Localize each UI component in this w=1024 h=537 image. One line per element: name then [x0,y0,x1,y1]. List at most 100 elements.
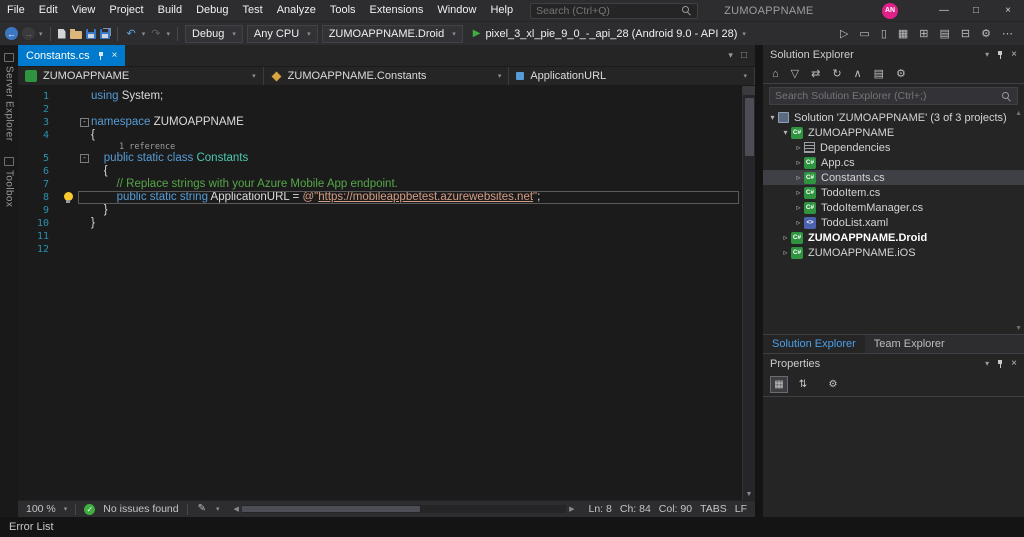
tab-team-explorer[interactable]: Team Explorer [865,335,954,353]
chevron-collapsed-icon[interactable]: ▹ [793,158,804,167]
menu-edit[interactable]: Edit [32,0,65,21]
status-line-ending[interactable]: LF [735,503,747,515]
code-line-5[interactable]: 5 - public static class Constants [18,152,755,165]
pin-tab-icon[interactable] [97,51,105,61]
vertical-scrollbar[interactable]: ▼ [742,86,755,500]
scroll-down-icon[interactable]: ▼ [746,491,753,500]
menu-window[interactable]: Window [430,0,483,21]
run-button[interactable]: ▶ pixel_3_xl_pie_9_0_-_api_28 (Android 9… [467,25,752,43]
tree-item-zumoappname-ios[interactable]: ▹ C# ZUMOAPPNAME.iOS [763,245,1024,260]
side-tab-toolbox[interactable]: Toolbox [4,157,15,208]
tree-item-constants-cs[interactable]: ▹ C# Constants.cs [763,170,1024,185]
code-line-9[interactable]: 9 } [18,204,755,217]
solution-search-input[interactable] [775,90,1001,102]
scrollbar-thumb[interactable] [744,98,754,156]
horizontal-scroll-track[interactable] [241,505,567,513]
home-icon[interactable]: ⌂ [770,65,781,83]
tab-constants-cs[interactable]: Constants.cs × [18,45,126,66]
collapse-all-icon[interactable]: ∧ [852,65,864,83]
alphabetical-icon[interactable]: ⇅ [794,376,812,393]
profiler-icon[interactable]: ▷ [838,25,850,43]
chevron-collapsed-icon[interactable]: ▹ [793,188,804,197]
chevron-down-icon[interactable]: ▾ [166,30,170,38]
horizontal-scrollbar[interactable]: ◀ ▶ [234,505,575,513]
code-line-11[interactable]: 11 [18,230,755,243]
breadcrumb-zumoappname[interactable]: ZUMOAPPNAME ▾ [18,67,264,85]
chevron-down-icon[interactable]: ▾ [985,50,989,59]
lightbulb-icon[interactable] [63,192,73,203]
documents-icon[interactable]: ▤ [938,25,952,43]
tab-solution-explorer[interactable]: Solution Explorer [763,335,865,353]
navigate-back-icon[interactable]: ← [5,27,18,40]
zoom-dropdown[interactable]: 100 % [26,503,56,515]
new-file-icon[interactable] [57,28,66,39]
startup-project-dropdown[interactable]: ZUMOAPPNAME.Droid ▾ [321,24,463,43]
breadcrumb-zumoappname-constants[interactable]: ZUMOAPPNAME.Constants ▾ [264,67,510,85]
categorized-icon[interactable]: ▦ [770,376,788,393]
minimize-button[interactable]: — [928,0,960,21]
float-window-icon[interactable]: □ [741,50,747,61]
collapse-region-icon[interactable]: - [80,154,89,163]
close-button[interactable]: × [992,0,1024,21]
code-line-2[interactable]: 2 [18,103,755,116]
collapse-region-icon[interactable]: - [80,118,89,127]
solution-explorer-header[interactable]: Solution Explorer ▾ × [763,45,1024,64]
filter-icon[interactable]: ▽ [789,65,801,83]
close-tab-icon[interactable]: × [112,50,118,61]
tree-item-solution-zumoappname-3-of-3-projects[interactable]: ▾ Solution 'ZUMOAPPNAME' (3 of 3 projects… [763,110,1024,125]
scroll-down-icon[interactable]: ▼ [1015,325,1022,332]
menu-tools[interactable]: Tools [323,0,363,21]
chevron-collapsed-icon[interactable]: ▹ [793,143,804,152]
android-device-manager-icon[interactable]: ▯ [879,25,889,43]
chevron-collapsed-icon[interactable]: ▹ [780,248,791,257]
property-pages-icon[interactable]: ⚙ [824,376,842,393]
undo-icon[interactable]: ↶ [125,25,138,43]
code-editor[interactable]: 1 using System; 2 3- namespace ZUMOAPPNAME 4{… [18,86,755,500]
tree-item-app-cs[interactable]: ▹ C# App.cs [763,155,1024,170]
maximize-button[interactable]: □ [960,0,992,21]
settings-gear-icon[interactable]: ⚙ [979,25,993,43]
health-check-icon[interactable]: ✓ [84,503,96,515]
scroll-up-icon[interactable]: ▲ [1015,110,1022,117]
scroll-left-icon[interactable]: ◀ [234,505,239,513]
status-indent-mode[interactable]: TABS [700,503,727,515]
codelens-references[interactable]: 1 reference [18,142,755,152]
menu-test[interactable]: Test [236,0,270,21]
breadcrumb-applicationurl[interactable]: ApplicationURL ▾ [509,67,756,85]
quick-search-input[interactable] [536,4,682,17]
sync-with-active-document-icon[interactable]: ⇄ [809,65,822,83]
chevron-down-icon[interactable]: ▾ [985,359,989,368]
tree-item-zumoappname-droid[interactable]: ▹ C# ZUMOAPPNAME.Droid [763,230,1024,245]
chevron-down-icon[interactable]: ▾ [39,30,43,38]
side-tab-server-explorer[interactable]: Server Explorer [4,53,15,141]
chevron-collapsed-icon[interactable]: ▹ [793,173,804,182]
menu-project[interactable]: Project [102,0,150,21]
close-panel-icon[interactable]: × [1011,49,1017,60]
menu-view[interactable]: View [65,0,103,21]
code-line-10[interactable]: 10} [18,217,755,230]
pin-panel-icon[interactable] [996,50,1004,60]
active-files-dropdown-icon[interactable]: ▾ [728,50,733,61]
split-window-icon[interactable]: ⊟ [959,25,972,43]
show-all-files-icon[interactable]: ▤ [872,65,886,83]
menu-analyze[interactable]: Analyze [270,0,323,21]
chevron-collapsed-icon[interactable]: ▹ [793,218,804,227]
menu-debug[interactable]: Debug [189,0,235,21]
configuration-dropdown[interactable]: Debug ▾ [184,24,243,43]
chevron-expanded-icon[interactable]: ▾ [767,113,778,122]
code-cleanup-icon[interactable]: ✎ [196,500,208,518]
code-line-6[interactable]: 6 { [18,165,755,178]
chevron-expanded-icon[interactable]: ▾ [780,128,791,137]
horizontal-scroll-thumb[interactable] [241,506,421,512]
properties-icon[interactable]: ⚙ [894,65,908,83]
code-line-7[interactable]: 7 // Replace strings with your Azure Mob… [18,178,755,191]
split-editor-handle[interactable] [742,86,755,95]
tree-item-dependencies[interactable]: ▹ Dependencies [763,140,1024,155]
device-log-icon[interactable]: ▭ [857,25,871,43]
refresh-icon[interactable]: ↻ [830,65,843,83]
code-line-1[interactable]: 1 using System; [18,90,755,103]
redo-icon[interactable]: ↷ [149,25,162,43]
account-avatar[interactable]: AN [882,2,898,19]
nuget-package-manager-icon[interactable]: ⊞ [917,25,930,43]
code-line-8[interactable]: 8 public static string ApplicationURL = … [18,191,755,204]
